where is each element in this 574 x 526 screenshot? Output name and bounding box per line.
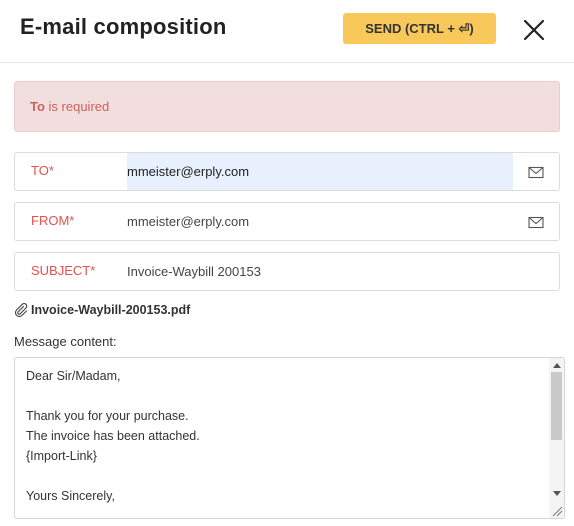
message-line: Thank you for your purchase. (26, 409, 189, 423)
message-textarea[interactable]: Dear Sir/Madam, Thank you for your purcha… (14, 357, 565, 519)
message-line (26, 466, 200, 486)
textarea-scrollbar[interactable] (549, 358, 564, 518)
message-content-label: Message content: (14, 334, 117, 349)
close-button[interactable] (520, 16, 548, 44)
scrollbar-thumb[interactable] (551, 372, 562, 440)
message-body: Dear Sir/Madam, Thank you for your purcha… (26, 366, 200, 506)
to-field: TO* (14, 152, 560, 191)
message-line: Yours Sincerely, (26, 489, 115, 503)
from-label: FROM* (31, 213, 75, 228)
from-input[interactable]: mmeister@erply.com (127, 203, 249, 240)
attachment-link[interactable]: Invoice-Waybill-200153.pdf (14, 303, 190, 317)
message-line (26, 386, 200, 406)
envelope-icon[interactable] (528, 215, 544, 229)
message-line: {Import-Link} (26, 449, 97, 463)
alert-field-name: To (30, 99, 45, 114)
from-field: FROM* mmeister@erply.com (14, 202, 560, 241)
alert-message: To is required (30, 99, 109, 114)
scroll-down-arrow-icon[interactable] (553, 491, 561, 496)
alert-text: is required (44, 99, 110, 114)
send-button[interactable]: SEND (CTRL + ⏎) (343, 13, 496, 44)
to-input[interactable] (127, 153, 513, 190)
to-label: TO* (31, 163, 54, 178)
subject-label: SUBJECT* (31, 263, 96, 278)
dialog-header: E-mail composition SEND (CTRL + ⏎) (0, 0, 574, 63)
attachment-filename: Invoice-Waybill-200153.pdf (31, 303, 191, 317)
subject-input[interactable]: Invoice-Waybill 200153 (127, 253, 261, 290)
subject-field: SUBJECT* Invoice-Waybill 200153 (14, 252, 560, 291)
validation-alert: To is required (14, 81, 560, 132)
page-title: E-mail composition (20, 14, 227, 39)
envelope-icon[interactable] (528, 165, 544, 179)
message-line: Dear Sir/Madam, (26, 369, 121, 383)
paperclip-icon (14, 303, 28, 317)
message-line: The invoice has been attached. (26, 429, 200, 443)
send-button-label: SEND (CTRL + ⏎) (365, 20, 474, 36)
scroll-up-arrow-icon[interactable] (553, 363, 561, 368)
close-icon (523, 19, 545, 41)
resize-handle-icon[interactable] (549, 503, 564, 518)
